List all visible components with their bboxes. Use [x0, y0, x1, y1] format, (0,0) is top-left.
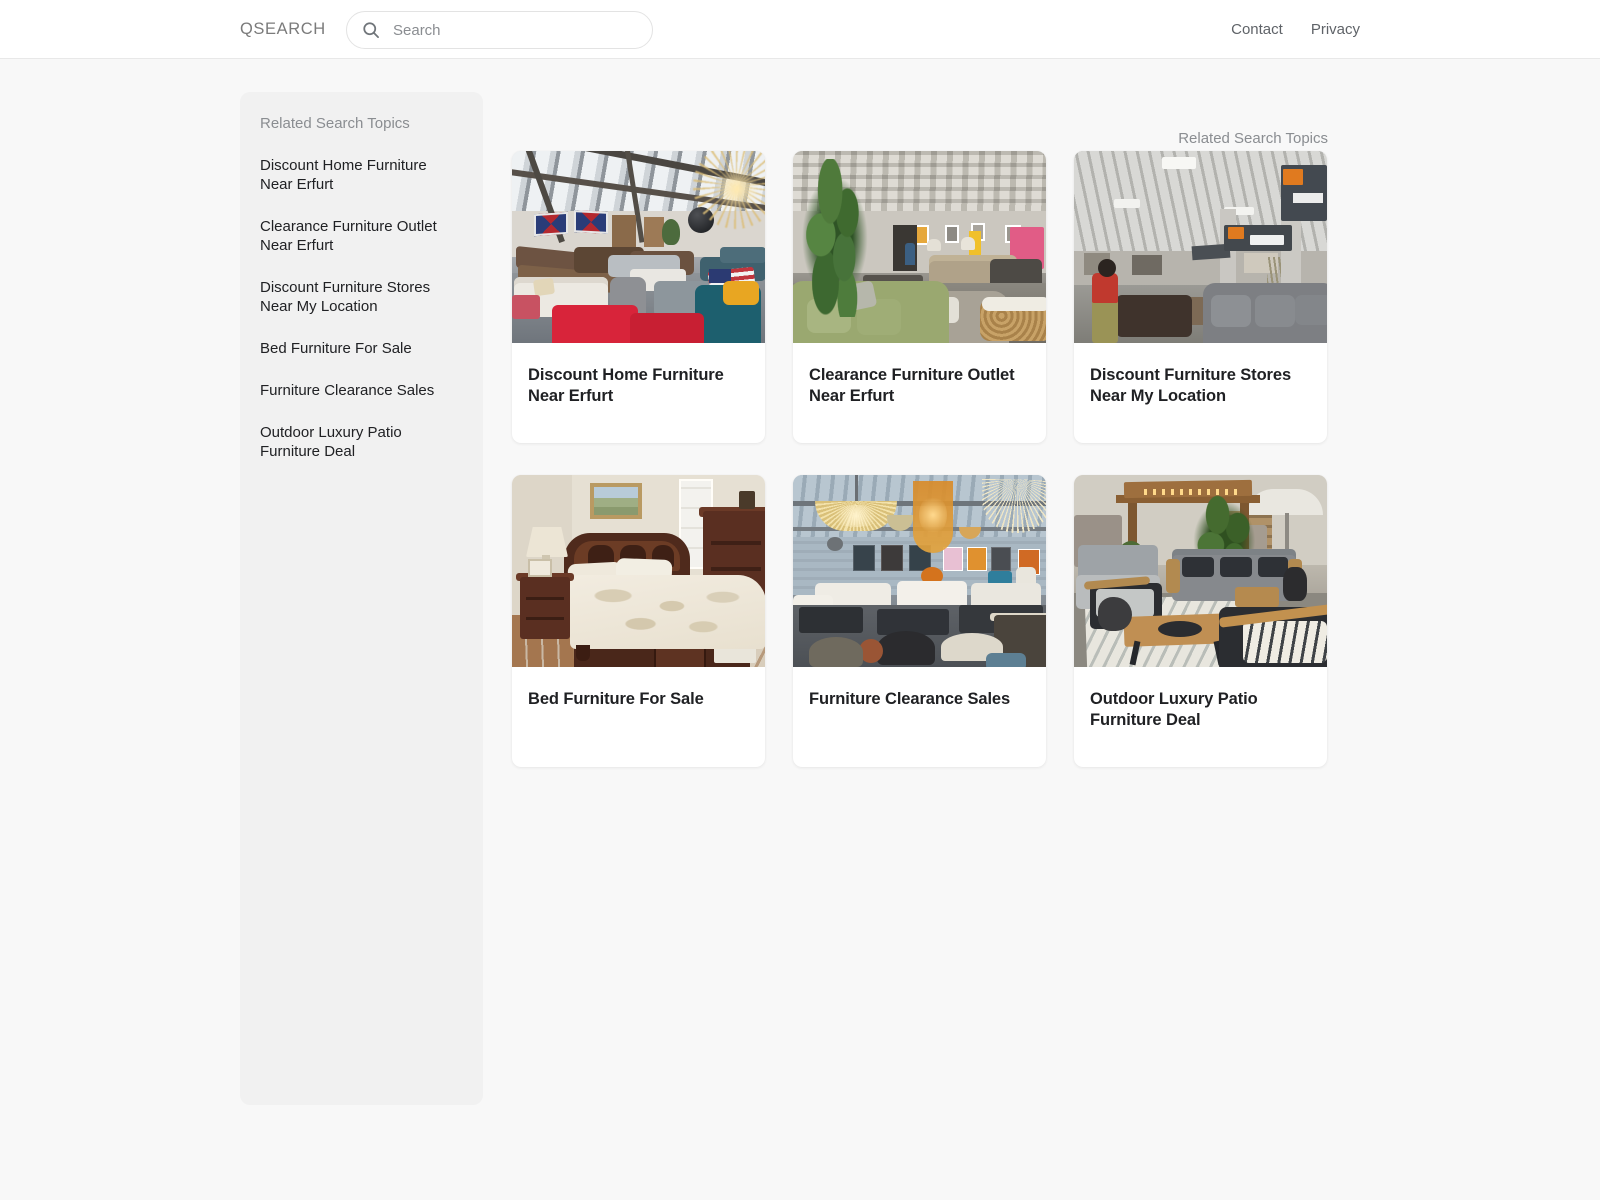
- furniture-showroom-green-sofa-image: [793, 151, 1046, 343]
- furniture-warehouse-loft-image: [512, 151, 765, 343]
- sidebar-item-bed-furniture-for-sale[interactable]: Bed Furniture For Sale: [260, 339, 460, 358]
- related-topics-sidebar: Related Search Topics Discount Home Furn…: [240, 92, 483, 1105]
- main-heading: Related Search Topics: [1178, 130, 1328, 147]
- results-grid: Discount Home Furniture Near Erfurt Clea…: [512, 151, 1327, 767]
- brand-logo[interactable]: QSEARCH: [240, 20, 326, 39]
- result-card-outdoor-luxury-patio-furniture-deal[interactable]: Outdoor Luxury Patio Furniture Deal: [1074, 475, 1327, 767]
- result-card-bed-furniture-for-sale[interactable]: Bed Furniture For Sale: [512, 475, 765, 767]
- results-main: Related Search Topics Discount Home Furn…: [512, 59, 1332, 767]
- result-card-title: Furniture Clearance Sales: [809, 690, 1011, 708]
- nav-link-contact[interactable]: Contact: [1231, 21, 1283, 38]
- search-input[interactable]: [393, 21, 638, 39]
- sidebar-heading: Related Search Topics: [260, 115, 410, 132]
- page-body: Related Search Topics Discount Home Furn…: [0, 59, 1600, 1200]
- result-card-title: Discount Home Furniture Near Erfurt: [528, 366, 724, 405]
- header-nav: Contact Privacy: [1231, 21, 1360, 38]
- result-card-title: Bed Furniture For Sale: [528, 690, 704, 708]
- result-card-discount-home-furniture-near-erfurt[interactable]: Discount Home Furniture Near Erfurt: [512, 151, 765, 443]
- result-card-title: Discount Furniture Stores Near My Locati…: [1090, 366, 1292, 405]
- result-card-title: Clearance Furniture Outlet Near Erfurt: [809, 366, 1015, 405]
- bedroom-cherry-sleigh-bed-image: [512, 475, 765, 667]
- outdoor-patio-furniture-image: [1074, 475, 1327, 667]
- sidebar-item-outdoor-luxury-patio-furniture-deal[interactable]: Outdoor Luxury Patio Furniture Deal: [260, 423, 460, 461]
- sidebar-item-clearance-furniture-outlet-near-erfurt[interactable]: Clearance Furniture Outlet Near Erfurt: [260, 217, 460, 255]
- site-header: QSEARCH Contact Privacy: [0, 0, 1600, 59]
- result-card-clearance-furniture-outlet-near-erfurt[interactable]: Clearance Furniture Outlet Near Erfurt: [793, 151, 1046, 443]
- nav-link-privacy[interactable]: Privacy: [1311, 21, 1360, 38]
- result-card-furniture-clearance-sales[interactable]: Furniture Clearance Sales: [793, 475, 1046, 767]
- big-box-furniture-store-image: [1074, 151, 1327, 343]
- chandelier-showroom-image: [793, 475, 1046, 667]
- search-icon: [361, 20, 381, 40]
- sidebar-item-furniture-clearance-sales[interactable]: Furniture Clearance Sales: [260, 381, 460, 400]
- search-box[interactable]: [346, 11, 653, 49]
- result-card-discount-furniture-stores-near-my-location[interactable]: Discount Furniture Stores Near My Locati…: [1074, 151, 1327, 443]
- sidebar-item-discount-furniture-stores-near-my-location[interactable]: Discount Furniture Stores Near My Locati…: [260, 278, 460, 316]
- sidebar-item-discount-home-furniture-near-erfurt[interactable]: Discount Home Furniture Near Erfurt: [260, 156, 460, 194]
- result-card-title: Outdoor Luxury Patio Furniture Deal: [1090, 690, 1258, 729]
